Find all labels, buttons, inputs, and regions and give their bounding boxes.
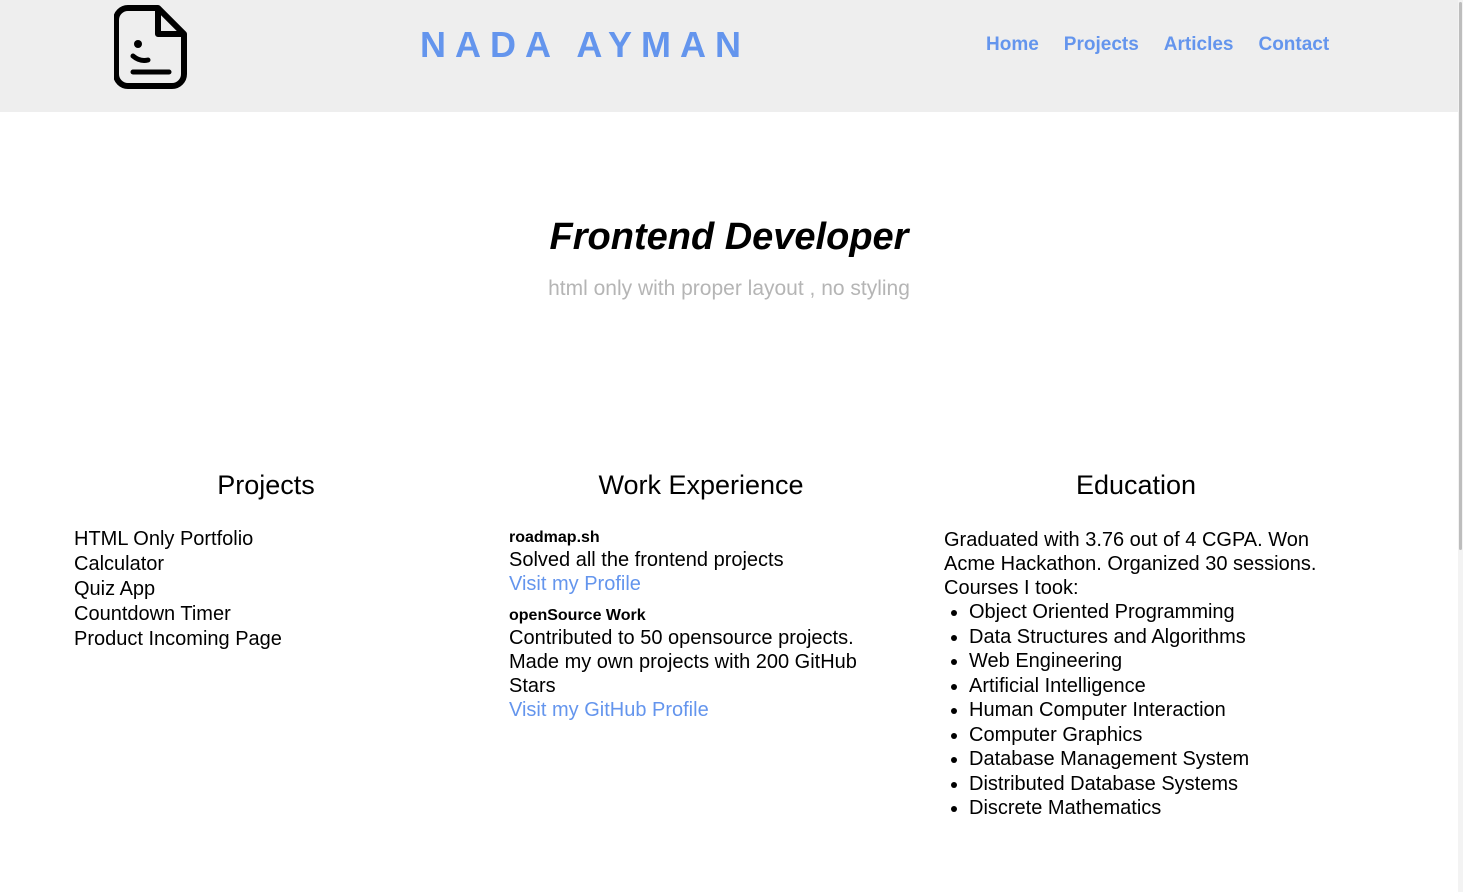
course-item: Discrete Mathematics: [969, 796, 1344, 821]
courses-list: Object Oriented Programming Data Structu…: [944, 600, 1344, 821]
course-item: Data Structures and Algorithms: [969, 625, 1344, 650]
job-entry: roadmap.sh Solved all the frontend proje…: [509, 528, 909, 596]
job-entry: openSource Work Contributed to 50 openso…: [509, 606, 909, 722]
course-item: Object Oriented Programming: [969, 600, 1344, 625]
projects-heading: Projects: [217, 470, 315, 500]
projects-list: HTML Only Portfolio Calculator Quiz App …: [74, 527, 282, 652]
education-section: Graduated with 3.76 out of 4 CGPA. Won A…: [944, 528, 1344, 821]
site-brand: NADA AYMAN: [420, 24, 751, 65]
list-item: Product Incoming Page: [74, 628, 282, 650]
work-experience: roadmap.sh Solved all the frontend proje…: [509, 528, 909, 732]
profile-link[interactable]: Visit my Profile: [509, 572, 909, 596]
site-header: NADA AYMAN Home Projects Articles Contac…: [0, 0, 1458, 112]
nav-contact[interactable]: Contact: [1258, 34, 1329, 56]
education-summary: Graduated with 3.76 out of 4 CGPA. Won A…: [944, 529, 1317, 599]
job-description: Contributed to 50 opensource projects. M…: [509, 627, 857, 697]
scrollbar-thumb[interactable]: [1459, 2, 1462, 550]
course-item: Distributed Database Systems: [969, 772, 1344, 797]
course-item: Human Computer Interaction: [969, 698, 1344, 723]
main-nav: Home Projects Articles Contact: [986, 34, 1329, 56]
course-item: Computer Graphics: [969, 723, 1344, 748]
github-profile-link[interactable]: Visit my GitHub Profile: [509, 698, 909, 722]
nav-articles[interactable]: Articles: [1164, 34, 1234, 56]
hero-subtitle: html only with proper layout , no stylin…: [548, 277, 910, 300]
job-title: roadmap.sh: [509, 529, 600, 546]
nav-projects[interactable]: Projects: [1064, 34, 1139, 56]
course-item: Web Engineering: [969, 649, 1344, 674]
document-face-icon[interactable]: [114, 4, 190, 90]
list-item: Quiz App: [74, 578, 156, 600]
list-item: Calculator: [74, 553, 165, 575]
course-item: Database Management System: [969, 747, 1344, 772]
list-item: HTML Only Portfolio: [74, 528, 254, 550]
nav-home[interactable]: Home: [986, 34, 1039, 56]
work-heading: Work Experience: [598, 470, 804, 500]
hero-title: Frontend Developer: [549, 216, 909, 258]
job-description: Solved all the frontend projects: [509, 549, 784, 571]
education-heading: Education: [1075, 470, 1197, 500]
course-item: Artificial Intelligence: [969, 674, 1344, 699]
job-title: openSource Work: [509, 607, 646, 624]
page-scrollbar[interactable]: [1458, 0, 1463, 892]
list-item: Countdown Timer: [74, 603, 231, 625]
